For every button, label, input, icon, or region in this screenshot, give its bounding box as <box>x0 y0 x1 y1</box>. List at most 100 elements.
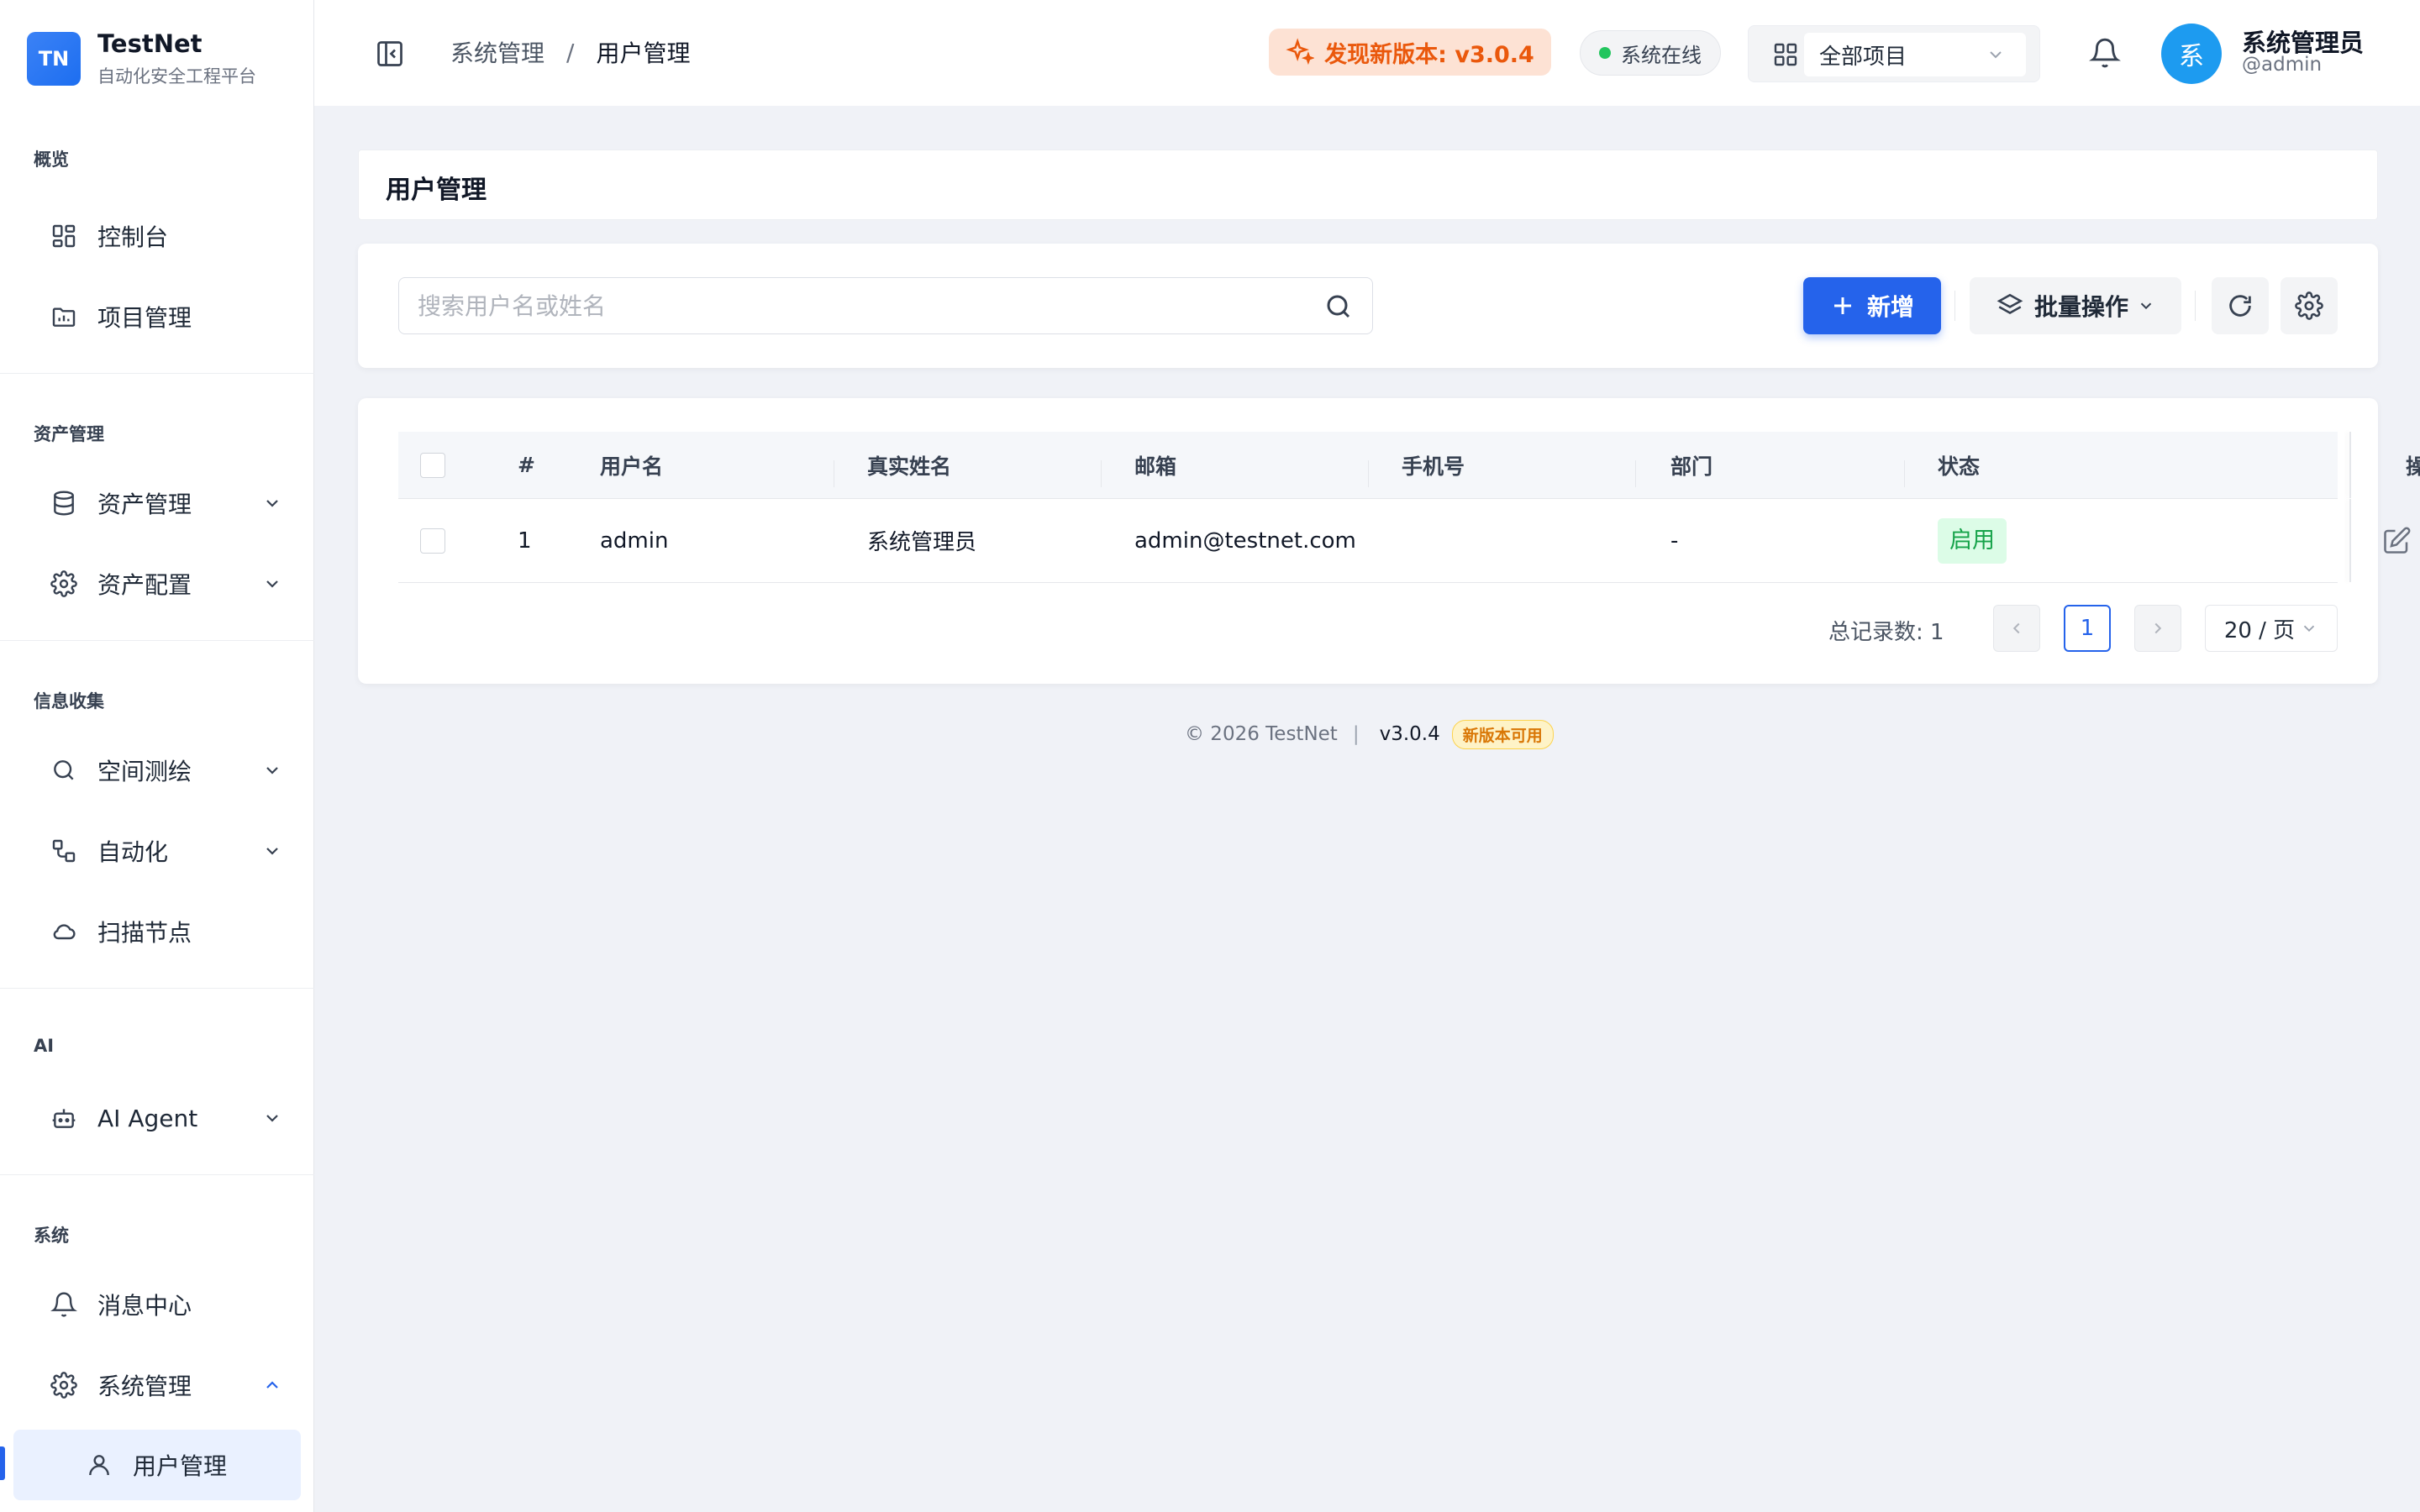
footer-copyright: © 2026 TestNet <box>1185 723 1338 745</box>
user-avatar[interactable]: 系 <box>2161 24 2222 84</box>
sidebar-item-projects[interactable]: 项目管理 <box>34 287 294 346</box>
user-handle: @admin <box>2242 54 2323 76</box>
sidebar-item-label: 资产管理 <box>97 491 192 518</box>
update-notice-button[interactable]: 发现新版本: v3.0.4 <box>1269 29 1551 76</box>
sidebar-item-label: 用户管理 <box>133 1452 228 1480</box>
new-version-badge[interactable]: 新版本可用 <box>1451 719 1554 749</box>
project-select-value[interactable]: 全部项目 <box>1804 33 2026 76</box>
column-divider <box>1101 460 1102 487</box>
layers-icon <box>1996 293 2023 314</box>
footer-version: v3.0.4 <box>1379 723 1440 745</box>
column-header-real-name[interactable]: 真实姓名 <box>867 432 951 498</box>
search-icon[interactable] <box>1323 291 1354 322</box>
batch-button-label: 批量操作 <box>2033 293 2128 321</box>
grid-icon <box>1774 43 1797 66</box>
batch-actions-button[interactable]: 批量操作 <box>1970 277 2181 334</box>
column-header-department[interactable]: 部门 <box>1670 432 1712 498</box>
sidebar-item-ai-agent[interactable]: AI Agent <box>34 1089 294 1147</box>
brand-subtitle: 自动化安全工程平台 <box>97 66 256 87</box>
bell-icon <box>2089 38 2121 68</box>
refresh-icon <box>2229 295 2251 317</box>
gear-icon <box>50 1372 77 1399</box>
chevron-down-icon <box>266 848 278 855</box>
edit-icon[interactable] <box>2381 526 2412 556</box>
sidebar-item-asset-config[interactable]: 资产配置 <box>34 554 294 613</box>
refresh-button[interactable] <box>2212 277 2269 334</box>
search-input[interactable] <box>418 278 1308 333</box>
search-icon <box>50 757 77 784</box>
column-header-username[interactable]: 用户名 <box>600 432 663 498</box>
active-indicator <box>0 1446 5 1480</box>
row-checkbox[interactable] <box>420 528 445 554</box>
project-selector[interactable]: 全部项目 <box>1748 25 2040 82</box>
add-user-button[interactable]: 新增 <box>1803 277 1941 334</box>
top-header: 系统管理 / 用户管理 发现新版本: v3.0.4 系统在线 全部项目 系 系统… <box>314 0 2420 106</box>
column-header-phone[interactable]: 手机号 <box>1402 432 1465 498</box>
cell-real-name: 系统管理员 <box>867 530 977 555</box>
pagination-prev-button[interactable] <box>1993 605 2040 652</box>
sidebar-item-dashboard[interactable]: 控制台 <box>34 207 294 265</box>
chevron-down-icon <box>2304 625 2315 633</box>
sidebar-item-asset-management[interactable]: 资产管理 <box>34 474 294 533</box>
status-badge: 启用 <box>1938 517 2007 564</box>
header-select-all <box>420 432 445 498</box>
sidebar-item-label: 消息中心 <box>97 1292 192 1320</box>
footer: © 2026 TestNet | v3.0.4 新版本可用 <box>1185 719 1554 749</box>
project-select-label: 全部项目 <box>1819 44 1907 70</box>
sidebar-item-user-management[interactable]: 用户管理 <box>13 1430 301 1500</box>
sidebar-item-automation[interactable]: 自动化 <box>34 822 294 880</box>
brand-logo: TN <box>27 32 81 86</box>
nav-section-overview: 概览 <box>34 150 69 170</box>
pagination-total: 总记录数: 1 <box>1828 620 1944 645</box>
cell-actions <box>2381 499 2420 582</box>
folder-icon <box>50 303 77 330</box>
page-title: 用户管理 <box>386 176 487 205</box>
breadcrumb-parent[interactable]: 系统管理 <box>450 35 544 69</box>
column-header-index: # <box>518 453 535 477</box>
system-status-badge: 系统在线 <box>1580 30 1721 76</box>
chevron-right-icon <box>2154 622 2162 634</box>
table-settings-button[interactable] <box>2281 277 2338 334</box>
column-header-status[interactable]: 状态 <box>1938 432 1980 498</box>
sidebar-item-scan-nodes[interactable]: 扫描节点 <box>34 902 294 961</box>
column-divider <box>1635 460 1636 487</box>
column-header-email[interactable]: 邮箱 <box>1134 432 1176 498</box>
robot-icon <box>50 1105 77 1131</box>
cell-department: - <box>1670 528 1679 554</box>
cloud-icon <box>50 918 77 945</box>
nav-section-assets: 资产管理 <box>34 424 104 444</box>
update-notice-text: 发现新版本: v3.0.4 <box>1324 41 1534 68</box>
cell-email: admin@testnet.com <box>1134 528 1356 554</box>
sidebar-item-label: 空间测绘 <box>97 758 192 785</box>
sidebar-item-space-mapping[interactable]: 空间测绘 <box>34 741 294 800</box>
chevron-down-icon <box>266 580 278 588</box>
cell-status: 启用 <box>1938 499 2007 582</box>
page-title-card: 用户管理 <box>358 150 2378 220</box>
sidebar-item-label: 自动化 <box>97 838 169 866</box>
search-box <box>398 277 1373 334</box>
chevron-down-icon <box>2140 302 2152 310</box>
workflow-icon <box>50 837 77 864</box>
nav-section-system: 系统 <box>34 1226 69 1246</box>
sidebar-toggle-button[interactable] <box>375 39 405 69</box>
row-select <box>420 499 445 582</box>
page-size-select[interactable]: 20 / 页 <box>2205 605 2338 652</box>
gear-icon <box>2295 291 2323 320</box>
sidebar-item-messages[interactable]: 消息中心 <box>34 1275 294 1334</box>
database-icon <box>50 490 77 517</box>
brand-name: TestNet <box>97 29 203 58</box>
nav-divider <box>0 373 314 374</box>
nav-divider <box>0 640 314 641</box>
column-divider <box>1904 460 1905 487</box>
select-all-checkbox[interactable] <box>420 452 445 478</box>
pagination-next-button[interactable] <box>2134 605 2181 652</box>
notifications-button[interactable] <box>2089 37 2121 69</box>
brand: TN TestNet 自动化安全工程平台 <box>27 29 256 89</box>
system-status-text: 系统在线 <box>1621 43 1702 67</box>
sidebar-item-label: 项目管理 <box>97 304 192 332</box>
toolbar-divider <box>2195 291 2196 321</box>
sidebar-item-system-management[interactable]: 系统管理 <box>34 1356 294 1415</box>
cell-index: 1 <box>518 528 532 554</box>
pagination-page-1[interactable]: 1 <box>2064 605 2111 652</box>
footer-separator: | <box>1352 723 1360 745</box>
